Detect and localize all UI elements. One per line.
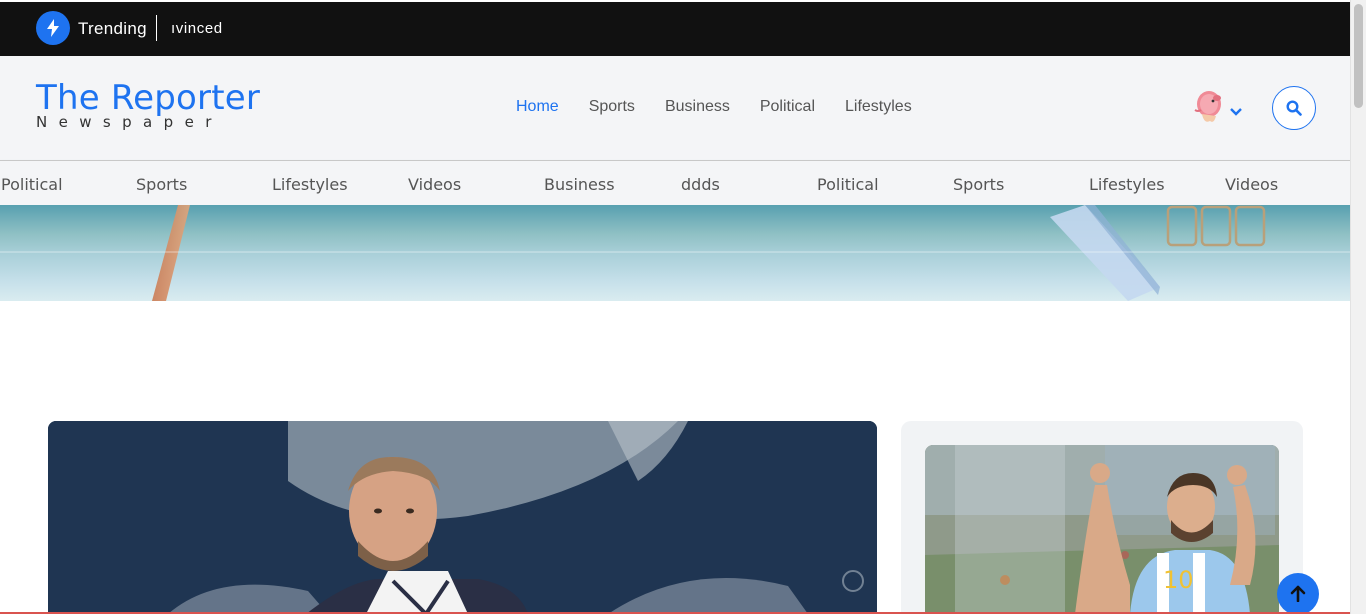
category-political[interactable]: Political [817, 175, 879, 194]
search-button[interactable] [1272, 86, 1316, 130]
category-political[interactable]: Political [1, 175, 63, 194]
user-avatar[interactable] [1192, 88, 1226, 126]
trending-ticker-text[interactable]: ıvinced [171, 20, 223, 37]
trending-bar: Trending ıvinced [0, 2, 1350, 56]
category-ddds[interactable]: ddds [681, 175, 720, 194]
trending-divider [156, 15, 157, 41]
back-to-top-button[interactable] [1277, 573, 1319, 614]
sidebar-article-image[interactable]: 10 [925, 445, 1279, 614]
category-sports[interactable]: Sports [953, 175, 1004, 194]
hero-banner-image [0, 205, 1350, 301]
category-business[interactable]: Business [544, 175, 615, 194]
featured-article-image[interactable] [48, 421, 877, 614]
category-strip: Political Sports Lifestyles Videos Busin… [0, 160, 1350, 205]
nav-home[interactable]: Home [516, 98, 559, 116]
site-header: The Reporter Newspaper Home Sports Busin… [0, 56, 1350, 160]
vertical-scrollbar[interactable] [1350, 0, 1366, 614]
search-icon [1286, 100, 1302, 116]
category-videos[interactable]: Videos [408, 175, 461, 194]
nav-sports[interactable]: Sports [589, 98, 635, 116]
logo-subtitle: Newspaper [36, 113, 223, 131]
nav-political[interactable]: Political [760, 98, 815, 116]
main-nav: Home Sports Business Political Lifestyle… [516, 98, 912, 116]
category-sports[interactable]: Sports [136, 175, 187, 194]
scrollbar-thumb[interactable] [1354, 4, 1363, 108]
trending-ticker[interactable]: ıvinced [164, 20, 284, 40]
chevron-down-icon[interactable] [1230, 103, 1242, 121]
trending-label: Trending [78, 19, 147, 38]
lightning-bolt-icon [36, 11, 70, 45]
nav-lifestyles[interactable]: Lifestyles [845, 98, 912, 116]
nav-business[interactable]: Business [665, 98, 730, 116]
category-videos[interactable]: Videos [1225, 175, 1278, 194]
category-lifestyles[interactable]: Lifestyles [272, 175, 348, 194]
category-lifestyles[interactable]: Lifestyles [1089, 175, 1165, 194]
svg-text:10: 10 [1163, 566, 1194, 594]
arrow-up-icon [1290, 585, 1306, 602]
logo-title[interactable]: The Reporter [36, 78, 260, 118]
